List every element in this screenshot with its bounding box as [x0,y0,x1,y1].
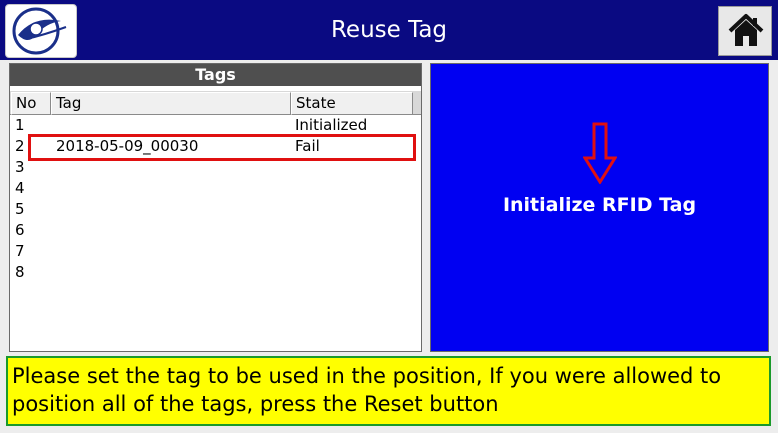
table-row[interactable]: 1 Initialized [10,115,421,136]
header-bar: Reuse Tag [0,0,778,60]
page-title: Reuse Tag [330,17,448,43]
initialize-rfid-tag-label: Initialize RFID Tag [502,194,697,216]
row-state: Initialized [295,116,368,134]
column-header-no[interactable]: No [11,92,51,115]
table-row[interactable]: 6 [10,220,421,241]
initialize-rfid-tag-button[interactable]: Initialize RFID Tag [430,63,769,352]
home-icon [728,14,764,46]
row-no: 2 [15,137,25,155]
tags-panel: Tags No Tag State 1 Initialized 2 2018-05-… [9,63,422,352]
row-no: 3 [15,158,25,176]
table-row[interactable]: 7 [10,241,421,262]
row-no: 7 [15,242,25,260]
row-no: 1 [15,116,25,134]
row-no: 4 [15,179,25,197]
table-row[interactable]: 3 [10,157,421,178]
table-row[interactable]: 4 [10,178,421,199]
column-header-tag[interactable]: Tag [51,92,291,115]
row-state: Fail [295,137,320,155]
row-no: 5 [15,200,25,218]
row-tag: 2018-05-09_00030 [56,137,199,155]
column-header-state[interactable]: State [291,92,413,115]
table-row[interactable]: 5 [10,199,421,220]
row-no: 8 [15,263,25,281]
table-row[interactable]: 8 [10,262,421,283]
row-no: 6 [15,221,25,239]
down-arrow-icon [583,122,617,184]
tags-panel-title: Tags [10,64,421,86]
instruction-message: Please set the tag to be used in the pos… [6,356,771,426]
tags-table-body: 1 Initialized 2 2018-05-09_00030 Fail 3 4 5… [10,115,421,283]
table-row[interactable]: 2 2018-05-09_00030 Fail [10,136,421,157]
home-button[interactable] [718,6,772,56]
